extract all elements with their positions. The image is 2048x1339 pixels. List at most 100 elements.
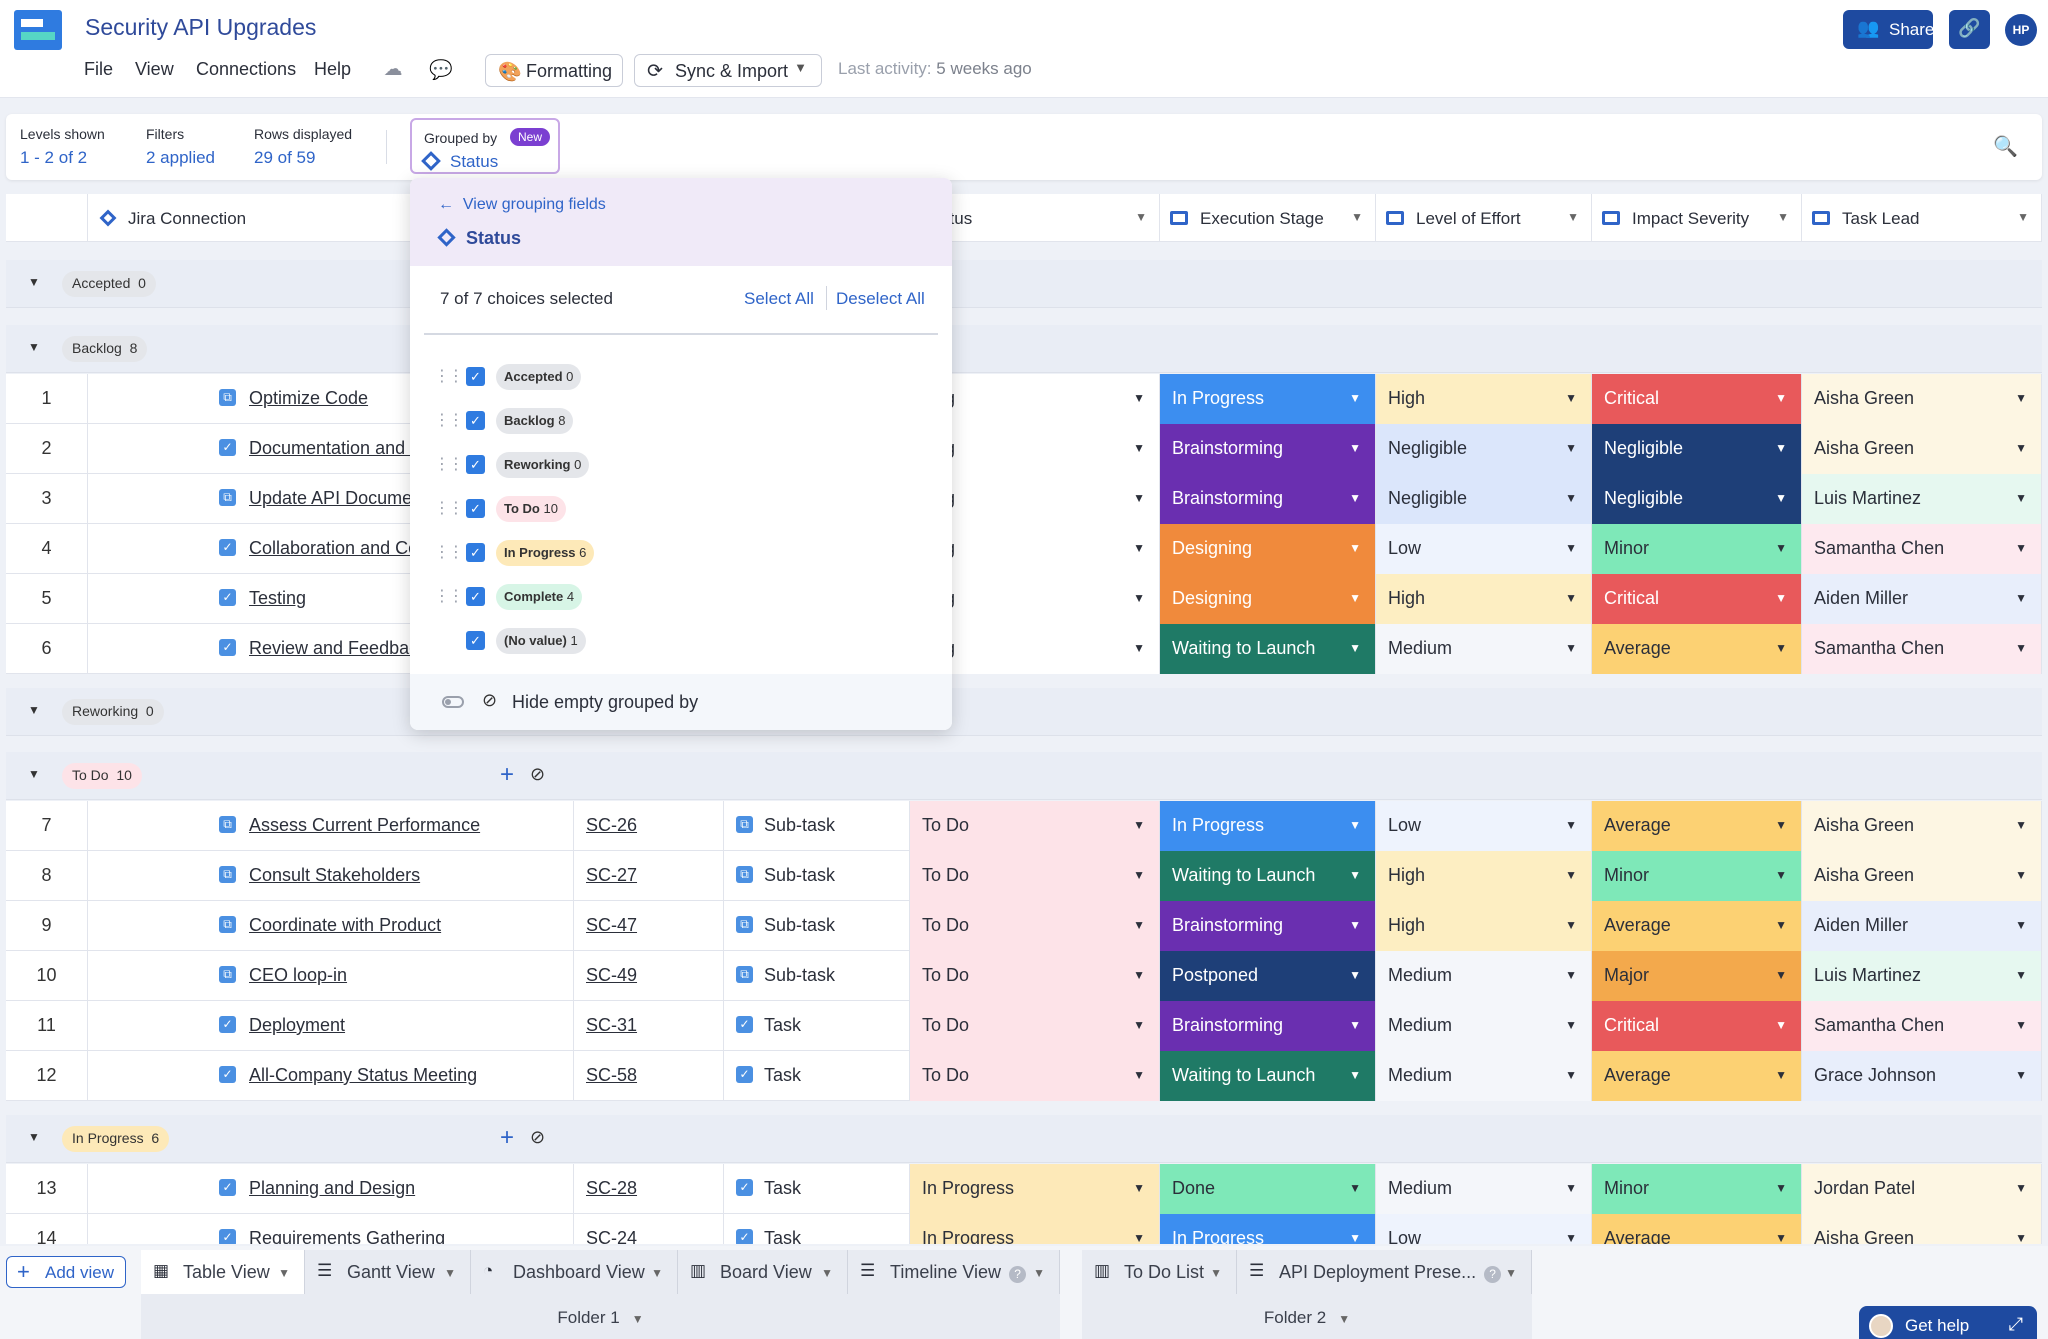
levels-shown[interactable]: Levels shown 1 - 2 of 2: [20, 126, 105, 168]
task-name-cell[interactable]: ⧉ Consult Stakeholders: [88, 851, 574, 901]
table-row[interactable]: 13 ✓ Planning and Design SC-28 ✓ Task In Progr…: [6, 1164, 2042, 1214]
impact-select[interactable]: Average ▼: [1592, 801, 1802, 851]
chevron-down-icon[interactable]: ▼: [1133, 541, 1145, 555]
help-icon[interactable]: ?: [1009, 1266, 1027, 1283]
execution-stage-select[interactable]: Designing ▼: [1160, 574, 1376, 624]
chevron-down-icon[interactable]: ▼: [1775, 1231, 1787, 1244]
task-lead-select[interactable]: Aisha Green ▼: [1802, 801, 2042, 851]
chevron-down-icon[interactable]: ▼: [2015, 591, 2027, 605]
chevron-down-icon[interactable]: ▼: [1565, 818, 1577, 832]
select-all-button[interactable]: Select All: [744, 289, 814, 309]
table-row[interactable]: 9 ⧉ Coordinate with Product SC-47 ⧉ Sub-task T…: [6, 901, 2042, 951]
choice-option[interactable]: ⋮⋮ ✓ Complete 4: [410, 576, 952, 620]
chevron-down-icon[interactable]: ▼: [1133, 1181, 1145, 1195]
chevron-down-icon[interactable]: ▼: [2015, 391, 2027, 405]
chevron-down-icon[interactable]: ▼: [1777, 210, 1789, 224]
chevron-down-icon[interactable]: ▼: [444, 1266, 456, 1280]
chevron-down-icon[interactable]: ▼: [1133, 968, 1145, 982]
group-row-in-progress[interactable]: ▼ In Progress 6 + ⊘: [6, 1115, 2042, 1163]
tab-api-deployment[interactable]: ☰ API Deployment Prese...? ▼: [1237, 1250, 1532, 1294]
checkbox[interactable]: ✓: [466, 499, 485, 518]
chevron-down-icon[interactable]: ▼: [2015, 918, 2027, 932]
chevron-down-icon[interactable]: ▼: [1565, 391, 1577, 405]
chevron-down-icon[interactable]: ▼: [1133, 1018, 1145, 1032]
chevron-down-icon[interactable]: ▼: [1133, 868, 1145, 882]
checkbox[interactable]: ✓: [466, 367, 485, 386]
filters-stat[interactable]: Filters 2 applied: [146, 126, 215, 168]
chevron-down-icon[interactable]: ▼: [1565, 441, 1577, 455]
chevron-down-icon[interactable]: ▼: [2015, 1018, 2027, 1032]
hide-empty-toggle[interactable]: [442, 696, 464, 708]
table-row[interactable]: 2✓Documentation and Trainingklog▼Brainst…: [6, 424, 2042, 474]
status-select[interactable]: In Progress ▼: [910, 1214, 1160, 1244]
execution-stage-select[interactable]: Brainstorming ▼: [1160, 424, 1376, 474]
chevron-down-icon[interactable]: ▼: [1133, 391, 1145, 405]
menu-connections[interactable]: Connections: [196, 59, 296, 80]
task-name-link[interactable]: CEO loop-in: [249, 965, 347, 986]
collapse-icon[interactable]: ▼: [28, 275, 40, 289]
chevron-down-icon[interactable]: ▼: [2015, 641, 2027, 655]
column-header-impact[interactable]: Impact Severity ▼: [1592, 194, 1802, 242]
choice-option[interactable]: ⋮⋮ ✓ Reworking 0: [410, 444, 952, 488]
impact-select[interactable]: Minor ▼: [1592, 1164, 1802, 1214]
chevron-down-icon[interactable]: ▼: [1565, 1068, 1577, 1082]
table-row[interactable]: 10 ⧉ CEO loop-in SC-49 ⧉ Sub-task To Do ▼ Postpo…: [6, 951, 2042, 1001]
chevron-down-icon[interactable]: ▼: [1565, 918, 1577, 932]
chevron-down-icon[interactable]: ▼: [1349, 591, 1361, 605]
table-row[interactable]: 11 ✓ Deployment SC-31 ✓ Task To Do ▼ Brainstormi…: [6, 1001, 2042, 1051]
choice-option[interactable]: ⋮⋮ ✓ Accepted 0: [410, 356, 952, 400]
chevron-down-icon[interactable]: ▼: [1565, 968, 1577, 982]
column-header-lead[interactable]: Task Lead ▼: [1802, 194, 2042, 242]
chevron-down-icon[interactable]: ▼: [2015, 818, 2027, 832]
column-header-execution[interactable]: Execution Stage ▼: [1160, 194, 1376, 242]
execution-stage-select[interactable]: Designing ▼: [1160, 524, 1376, 574]
jira-key-link[interactable]: SC-24: [574, 1214, 724, 1244]
status-select[interactable]: To Do ▼: [910, 851, 1160, 901]
impact-select[interactable]: Average ▼: [1592, 901, 1802, 951]
task-name-cell[interactable]: ✓ Deployment: [88, 1001, 574, 1051]
chevron-down-icon[interactable]: ▼: [1567, 210, 1579, 224]
task-name-link[interactable]: Consult Stakeholders: [249, 865, 420, 886]
effort-select[interactable]: Medium ▼: [1376, 624, 1592, 674]
execution-stage-select[interactable]: Postponed ▼: [1160, 951, 1376, 1001]
table-row[interactable]: 3⧉Update API Documentationklog▼Brainstor…: [6, 474, 2042, 524]
task-lead-select[interactable]: Samantha Chen ▼: [1802, 1001, 2042, 1051]
jira-key-link[interactable]: SC-28: [574, 1164, 724, 1214]
folder-2[interactable]: Folder 2 ▼: [1082, 1294, 1532, 1339]
table-row[interactable]: 12 ✓ All-Company Status Meeting SC-58 ✓ Task T…: [6, 1051, 2042, 1101]
execution-stage-select[interactable]: Waiting to Launch ▼: [1160, 624, 1376, 674]
effort-select[interactable]: High ▼: [1376, 374, 1592, 424]
chevron-down-icon[interactable]: ▼: [1775, 541, 1787, 555]
execution-stage-select[interactable]: Brainstorming ▼: [1160, 1001, 1376, 1051]
chevron-down-icon[interactable]: ▼: [1775, 1068, 1787, 1082]
effort-select[interactable]: Medium ▼: [1376, 1164, 1592, 1214]
table-row[interactable]: 1⧉Optimize Codeklog▼In Progress▼High▼Cri…: [6, 374, 2042, 424]
chevron-down-icon[interactable]: ▼: [651, 1266, 663, 1280]
chevron-down-icon[interactable]: ▼: [1775, 641, 1787, 655]
effort-select[interactable]: Negligible ▼: [1376, 474, 1592, 524]
chevron-down-icon[interactable]: ▼: [1775, 1018, 1787, 1032]
chevron-down-icon[interactable]: ▼: [2015, 1068, 2027, 1082]
chevron-down-icon[interactable]: ▼: [1210, 1266, 1222, 1280]
task-name-link[interactable]: Optimize Code: [249, 388, 368, 409]
chevron-down-icon[interactable]: ▼: [1349, 1231, 1361, 1244]
collapse-icon[interactable]: ▼: [28, 1130, 40, 1144]
menu-view[interactable]: View: [135, 59, 174, 80]
choice-option[interactable]: ⋮⋮ ✓ In Progress 6: [410, 532, 952, 576]
effort-select[interactable]: Medium ▼: [1376, 1051, 1592, 1101]
tab-to-do-list[interactable]: ▥ To Do List ▼: [1082, 1250, 1237, 1294]
drag-handle-icon[interactable]: ⋮⋮: [434, 454, 464, 474]
effort-select[interactable]: Medium ▼: [1376, 951, 1592, 1001]
task-lead-select[interactable]: Jordan Patel ▼: [1802, 1164, 2042, 1214]
task-lead-select[interactable]: Samantha Chen ▼: [1802, 524, 2042, 574]
task-name-link[interactable]: Assess Current Performance: [249, 815, 480, 836]
chevron-down-icon[interactable]: ▼: [1133, 918, 1145, 932]
drag-handle-icon[interactable]: ⋮⋮: [434, 542, 464, 562]
task-lead-select[interactable]: Aisha Green ▼: [1802, 1214, 2042, 1244]
chevron-down-icon[interactable]: ▼: [1775, 591, 1787, 605]
jira-key-link[interactable]: SC-47: [574, 901, 724, 951]
impact-select[interactable]: Major ▼: [1592, 951, 1802, 1001]
impact-select[interactable]: Negligible ▼: [1592, 474, 1802, 524]
chevron-down-icon[interactable]: ▼: [2015, 968, 2027, 982]
task-name-link[interactable]: Coordinate with Product: [249, 915, 441, 936]
